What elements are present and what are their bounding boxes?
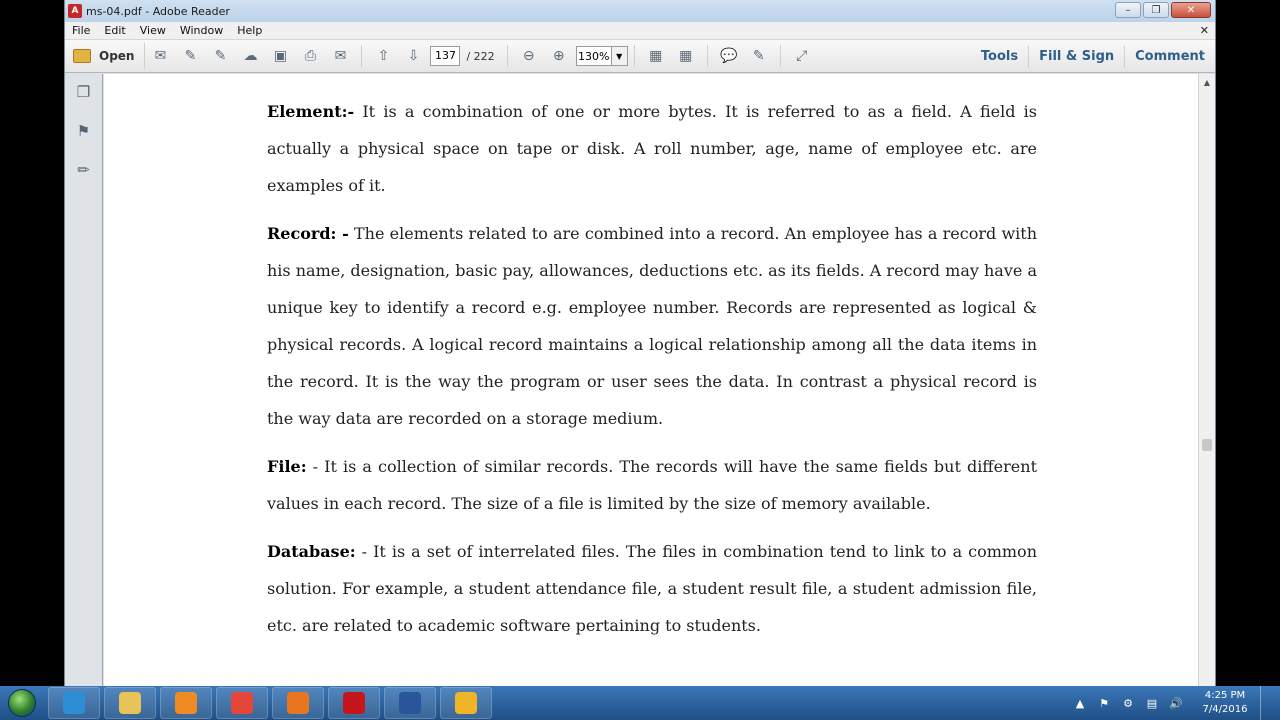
taskbar-adobe-reader[interactable] [328, 687, 380, 719]
action-center-icon[interactable]: ⚑ [1097, 696, 1111, 710]
highlight-icon[interactable]: ✎ [748, 45, 770, 67]
fit-width-icon[interactable]: ▦ [675, 45, 697, 67]
zoom-in-icon[interactable]: ⊕ [548, 45, 570, 67]
chevron-down-icon[interactable]: ▼ [610, 47, 627, 65]
open-button[interactable]: Open [73, 43, 146, 69]
vertical-scrollbar[interactable]: ▲ [1198, 74, 1215, 686]
comment-tab[interactable]: Comment [1124, 45, 1215, 68]
close-button[interactable]: ✕ [1171, 2, 1211, 18]
fill-sign-tab[interactable]: Fill & Sign [1028, 45, 1124, 68]
menu-file[interactable]: File [65, 24, 97, 37]
clock-time: 4:25 PM [1204, 690, 1246, 701]
menu-window[interactable]: Window [173, 24, 230, 37]
toolbar-divider [633, 45, 635, 67]
menu-view[interactable]: View [133, 24, 173, 37]
record-paragraph: Record: - The elements related to are co… [267, 215, 1037, 437]
create-pdf-icon[interactable]: ✉ [149, 45, 171, 67]
taskbar-firefox[interactable] [272, 687, 324, 719]
taskbar-chrome[interactable] [216, 687, 268, 719]
export-pdf-icon[interactable]: ✎ [179, 45, 201, 67]
database-body: - It is a set of interrelated files. The… [267, 542, 1037, 635]
tools-tab[interactable]: Tools [971, 46, 1028, 68]
system-clock[interactable]: 4:25 PM 7/4/2016 [1196, 689, 1254, 717]
volume-icon[interactable]: 🔊 [1169, 696, 1183, 710]
print-icon[interactable]: ⎙ [299, 45, 321, 67]
element-body: It is a combination of one or more bytes… [267, 102, 1037, 195]
document-close-icon[interactable]: ✕ [1200, 24, 1209, 37]
page-thumbnails-icon[interactable]: ❐ [75, 83, 93, 103]
document-view[interactable]: Element:- It is a combination of one or … [104, 74, 1200, 686]
toolbar-divider [361, 45, 363, 67]
zoom-out-icon[interactable]: ⊖ [518, 45, 540, 67]
cloud-upload-icon[interactable]: ☁ [239, 45, 261, 67]
file-body: - It is a collection of similar records.… [267, 457, 1037, 513]
menu-edit[interactable]: Edit [97, 24, 132, 37]
internet-explorer-icon [63, 692, 85, 714]
show-desktop-button[interactable] [1260, 686, 1274, 720]
flower-app-icon [455, 692, 477, 714]
bookmarks-icon[interactable]: ⚑ [75, 122, 93, 142]
network-icon[interactable]: ▤ [1145, 696, 1159, 710]
start-button[interactable] [0, 686, 44, 720]
pdf-page: Element:- It is a combination of one or … [267, 74, 1037, 655]
email-icon[interactable]: ✉ [329, 45, 351, 67]
database-paragraph: Database: - It is a set of interrelated … [267, 533, 1037, 644]
menu-bar: File Edit View Window Help ✕ [65, 22, 1215, 40]
open-label: Open [99, 49, 135, 63]
save-icon[interactable]: ▣ [269, 45, 291, 67]
title-bar: A ms-04.pdf - Adobe Reader – ❐ ✕ [65, 0, 1215, 22]
page-number-input[interactable]: 137 [430, 46, 461, 66]
file-paragraph: File: - It is a collection of similar re… [267, 448, 1037, 522]
device-icon[interactable]: ⚙ [1121, 696, 1135, 710]
file-explorer-icon [119, 692, 141, 714]
word-icon [399, 692, 421, 714]
chrome-icon [231, 692, 253, 714]
zoom-value: 130% [577, 49, 610, 63]
taskbar-word[interactable] [384, 687, 436, 719]
toolbar-divider [779, 45, 781, 67]
clock-date: 7/4/2016 [1202, 704, 1248, 715]
toolbar-divider [506, 45, 508, 67]
file-heading: File: [267, 457, 307, 476]
firefox-icon [287, 692, 309, 714]
system-tray: ▲ ⚑ ⚙ ▤ 🔊 4:25 PM 7/4/2016 [1068, 686, 1280, 720]
database-heading: Database: [267, 542, 356, 561]
taskbar-media-player[interactable] [160, 687, 212, 719]
media-player-icon [175, 692, 197, 714]
taskbar-flower-app[interactable] [440, 687, 492, 719]
adobe-reader-icon [343, 692, 365, 714]
edit-pdf-icon[interactable]: ✎ [209, 45, 231, 67]
restore-button[interactable]: ❐ [1143, 2, 1169, 18]
previous-page-icon[interactable]: ⇧ [372, 45, 394, 67]
scroll-up-icon[interactable]: ▲ [1199, 74, 1215, 90]
windows-taskbar: ▲ ⚑ ⚙ ▤ 🔊 4:25 PM 7/4/2016 [0, 686, 1280, 720]
menu-help[interactable]: Help [230, 24, 269, 37]
folder-icon [73, 49, 91, 63]
scroll-thumb[interactable] [1202, 439, 1212, 451]
sticky-note-icon[interactable]: 💬 [718, 45, 740, 67]
full-screen-icon[interactable]: ⤢ [791, 45, 813, 67]
next-page-icon[interactable]: ⇩ [402, 45, 424, 67]
navigation-pane: ❐ ⚑ ✏ [65, 74, 103, 686]
attachments-icon[interactable]: ✏ [75, 161, 93, 181]
page-total: / 222 [466, 49, 495, 63]
adobe-reader-app-icon: A [68, 4, 82, 18]
taskbar-file-explorer[interactable] [104, 687, 156, 719]
adobe-reader-window: A ms-04.pdf - Adobe Reader – ❐ ✕ File Ed… [64, 0, 1216, 686]
record-body: The elements related to are combined int… [267, 224, 1038, 428]
taskbar-internet-explorer[interactable] [48, 687, 100, 719]
element-paragraph: Element:- It is a combination of one or … [267, 93, 1037, 204]
toolbar-divider [706, 45, 708, 67]
windows-logo-icon [8, 689, 36, 717]
window-title: ms-04.pdf - Adobe Reader [86, 4, 230, 18]
fit-page-icon[interactable]: ▦ [645, 45, 667, 67]
record-heading: Record: - [267, 224, 349, 243]
show-hidden-icons-icon[interactable]: ▲ [1073, 696, 1087, 710]
zoom-select[interactable]: 130% ▼ [575, 46, 628, 66]
element-heading: Element:- [267, 102, 355, 121]
toolbar: Open ✉ ✎ ✎ ☁ ▣ ⎙ ✉ ⇧ ⇩ 137 / 222 ⊖ ⊕ 130… [65, 40, 1215, 73]
minimize-button[interactable]: – [1115, 2, 1141, 18]
